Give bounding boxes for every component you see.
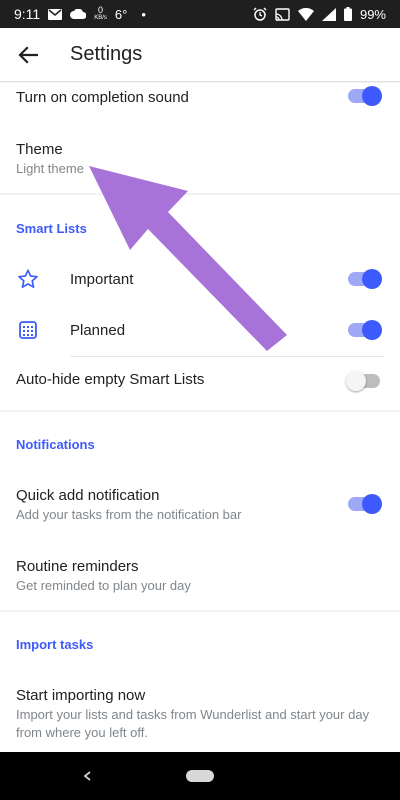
smart-list-planned-label: Planned: [70, 321, 126, 339]
wifi-icon: [297, 7, 314, 21]
navigation-bar: [0, 752, 400, 800]
smart-list-important-toggle[interactable]: [346, 269, 382, 289]
routine-reminders-description: Get reminded to plan your day: [16, 578, 191, 593]
back-button[interactable]: [0, 28, 56, 82]
quick-add-toggle[interactable]: [346, 494, 382, 514]
smart-list-important-row[interactable]: Important: [0, 265, 400, 293]
notifications-header: Notifications: [16, 437, 95, 452]
cast-icon: [275, 7, 290, 21]
divider: [70, 356, 384, 357]
quick-add-label: Quick add notification: [16, 487, 160, 504]
routine-reminders-label: Routine reminders: [16, 558, 139, 575]
smart-list-important-label: Important: [70, 270, 134, 288]
smart-list-planned-toggle[interactable]: [346, 320, 382, 340]
general-section: Turn on completion sound Theme Light the…: [0, 83, 400, 193]
star-outline-icon: [16, 267, 40, 291]
import-tasks-header: Import tasks: [16, 637, 94, 652]
smart-lists-header: Smart Lists: [16, 221, 87, 236]
nav-back-icon[interactable]: [80, 766, 96, 786]
completion-sound-row[interactable]: Turn on completion sound: [0, 83, 400, 111]
quick-add-description: Add your tasks from the notification bar: [16, 507, 242, 522]
start-importing-label: Start importing now: [16, 687, 146, 704]
cell-signal-icon: [321, 7, 336, 21]
notifications-section: Notifications Quick add notification Add…: [0, 412, 400, 610]
smart-list-planned-row[interactable]: Planned: [0, 316, 400, 344]
routine-reminders-row[interactable]: Routine reminders Get reminded to plan y…: [0, 558, 400, 593]
battery-icon: [343, 7, 352, 21]
auto-hide-row[interactable]: Auto-hide empty Smart Lists: [0, 371, 400, 399]
status-time: 9:11: [14, 6, 41, 22]
auto-hide-toggle[interactable]: [346, 371, 382, 391]
status-dot: •: [141, 6, 146, 22]
auto-hide-label: Auto-hide empty Smart Lists: [16, 371, 205, 388]
battery-percent: 99%: [359, 6, 386, 22]
quick-add-row[interactable]: Quick add notification Add your tasks fr…: [0, 487, 400, 522]
email-icon: [48, 8, 63, 20]
network-speed: 0 KB/s: [94, 5, 107, 22]
arrow-back-icon: [18, 45, 38, 64]
import-tasks-section: Import tasks Start importing now Import …: [0, 612, 400, 752]
start-importing-row[interactable]: Start importing now Import your lists an…: [0, 687, 400, 742]
calendar-icon: [16, 318, 40, 342]
nav-home-button[interactable]: [186, 770, 214, 782]
completion-sound-toggle[interactable]: [346, 86, 382, 106]
theme-label: Theme: [16, 141, 63, 158]
app-bar: Settings: [0, 28, 400, 82]
theme-row[interactable]: Theme Light theme: [0, 111, 400, 176]
cloud-icon: [70, 9, 87, 19]
start-importing-description: Import your lists and tasks from Wunderl…: [16, 707, 370, 740]
status-temperature: 6°: [114, 6, 128, 22]
status-bar: 9:11 0 KB/s 6° • 99%: [0, 0, 400, 28]
theme-value: Light theme: [16, 161, 84, 176]
smart-lists-section: Smart Lists Important Planned Auto-hide …: [0, 195, 400, 410]
alarm-icon: [253, 7, 267, 21]
completion-sound-label: Turn on completion sound: [16, 89, 189, 106]
page-title: Settings: [70, 43, 143, 65]
